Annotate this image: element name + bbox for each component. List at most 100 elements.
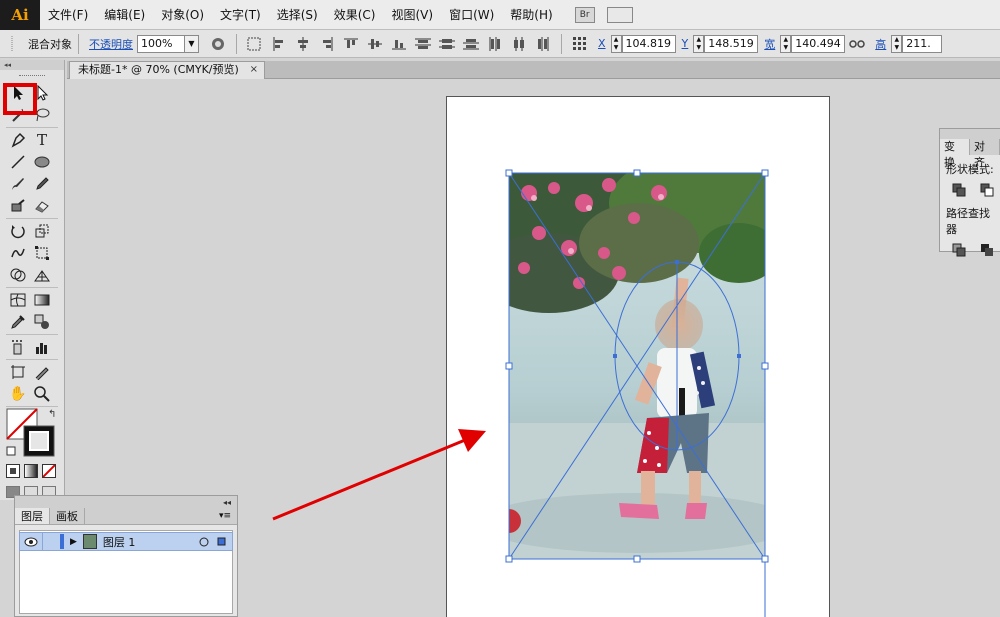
x-input[interactable]: 104.819 <box>621 34 676 53</box>
align-to-icon[interactable] <box>246 35 264 53</box>
menu-type[interactable]: 文字(T) <box>212 0 269 30</box>
trim-icon[interactable] <box>980 243 996 259</box>
tools-grip[interactable] <box>0 70 64 82</box>
tab-transform[interactable]: 变换 <box>940 139 970 169</box>
distribute-hcenter-icon[interactable] <box>510 35 528 53</box>
tools-collapse-button[interactable]: ◂◂ <box>0 60 64 70</box>
divide-icon[interactable] <box>952 243 968 259</box>
blend-tool-icon[interactable] <box>30 311 54 333</box>
workspace-switcher-icon[interactable] <box>606 6 633 23</box>
menu-file[interactable]: 文件(F) <box>40 0 96 30</box>
placed-photo[interactable] <box>509 173 765 559</box>
artboard-tool-icon[interactable] <box>6 361 30 383</box>
height-input[interactable]: 211. <box>902 34 943 53</box>
opacity-input[interactable]: 100% <box>137 34 185 53</box>
align-hcenter-icon[interactable] <box>294 35 312 53</box>
scale-tool-icon[interactable] <box>30 220 54 242</box>
column-graph-tool-icon[interactable] <box>30 336 54 358</box>
layers-collapse-button[interactable]: ◂◂ <box>15 496 237 508</box>
mesh-tool-icon[interactable] <box>6 289 30 311</box>
color-button[interactable] <box>6 464 20 478</box>
width-input[interactable]: 140.494 <box>791 34 846 53</box>
align-left-icon[interactable] <box>270 35 288 53</box>
eraser-tool-icon[interactable] <box>30 195 54 217</box>
menu-object[interactable]: 对象(O) <box>153 0 212 30</box>
perspective-grid-tool-icon[interactable] <box>30 264 54 286</box>
x-label: X <box>598 37 606 50</box>
menu-bar: Ai 文件(F) 编辑(E) 对象(O) 文字(T) 选择(S) 效果(C) 视… <box>0 0 1000 30</box>
constrain-proportions-icon[interactable] <box>848 35 866 53</box>
gradient-button[interactable] <box>24 464 38 478</box>
layer-color-swatch <box>60 534 64 549</box>
line-tool-icon[interactable] <box>6 151 30 173</box>
slice-tool-icon[interactable] <box>30 361 54 383</box>
panel-menu-icon[interactable]: ▾≡ <box>219 508 231 524</box>
lock-toggle[interactable] <box>42 532 60 551</box>
width-stepper[interactable]: ▲ ▼ <box>780 34 792 53</box>
tab-layers[interactable]: 图层 <box>15 508 50 524</box>
rotate-tool-icon[interactable] <box>6 220 30 242</box>
distribute-right-icon[interactable] <box>534 35 552 53</box>
menu-help[interactable]: 帮助(H) <box>502 0 560 30</box>
symbol-sprayer-tool-icon[interactable] <box>6 336 30 358</box>
width-label: 宽 <box>764 37 776 51</box>
menu-view[interactable]: 视图(V) <box>383 0 441 30</box>
reference-point-icon[interactable] <box>571 35 589 53</box>
align-top-icon[interactable] <box>342 35 360 53</box>
close-icon[interactable]: × <box>250 62 258 78</box>
zoom-tool-icon[interactable] <box>30 383 54 405</box>
menu-window[interactable]: 窗口(W) <box>441 0 502 30</box>
layer-name[interactable]: 图层 1 <box>103 534 136 550</box>
align-right-icon[interactable] <box>318 35 336 53</box>
height-stepper[interactable]: ▲ ▼ <box>891 34 903 53</box>
distribute-left-icon[interactable] <box>486 35 504 53</box>
free-transform-tool-icon[interactable] <box>30 242 54 264</box>
paintbrush-tool-icon[interactable] <box>6 173 30 195</box>
unite-icon[interactable] <box>952 183 968 199</box>
minus-front-icon[interactable] <box>980 183 996 199</box>
selection-tool-highlight <box>3 83 37 115</box>
menu-select[interactable]: 选择(S) <box>269 0 326 30</box>
pathfinder-panel-header[interactable] <box>940 129 1000 139</box>
shape-builder-tool-icon[interactable] <box>6 264 30 286</box>
color-mode-buttons <box>6 464 62 482</box>
warp-tool-icon[interactable] <box>6 242 30 264</box>
opacity-dropdown[interactable]: ▼ <box>185 34 199 53</box>
align-bottom-icon[interactable] <box>390 35 408 53</box>
y-label: Y <box>681 37 689 50</box>
tab-align[interactable]: 对齐 <box>970 139 1000 169</box>
y-stepper[interactable]: ▲ ▼ <box>693 34 705 53</box>
none-button[interactable] <box>42 464 56 478</box>
gradient-tool-icon[interactable] <box>30 289 54 311</box>
pen-tool-icon[interactable] <box>6 129 30 151</box>
divider <box>236 33 237 54</box>
x-stepper[interactable]: ▲ ▼ <box>610 34 622 53</box>
align-vcenter-icon[interactable] <box>366 35 384 53</box>
recolor-icon[interactable] <box>209 35 227 53</box>
blob-brush-tool-icon[interactable] <box>6 195 30 217</box>
distribute-vcenter-icon[interactable] <box>438 35 456 53</box>
app-logo: Ai <box>0 0 40 30</box>
distribute-top-icon[interactable] <box>414 35 432 53</box>
tab-artboards[interactable]: 画板 <box>50 508 85 524</box>
pencil-tool-icon[interactable] <box>30 173 54 195</box>
expand-triangle-icon[interactable]: ▶ <box>70 537 77 547</box>
document-tab[interactable]: 未标题-1* @ 70% (CMYK/预览) × <box>69 61 265 79</box>
control-bar: 混合对象 不透明度 100% ▼ X ▲ ▼ 104.819 Y ▲ ▼ 148.5… <box>0 30 1000 58</box>
selection-indicator-icon[interactable] <box>217 537 226 546</box>
ellipse-tool-icon[interactable] <box>30 151 54 173</box>
y-input[interactable]: 148.519 <box>704 34 759 53</box>
bridge-button[interactable]: Br <box>574 6 595 23</box>
opacity-link[interactable]: 不透明度 <box>89 36 133 52</box>
hand-tool-icon[interactable]: ✋ <box>6 383 30 405</box>
fill-stroke-swatches[interactable]: ↰ <box>6 407 58 457</box>
layer-row[interactable]: ▶ 图层 1 <box>19 532 233 551</box>
target-icon[interactable] <box>199 537 209 547</box>
eyedropper-tool-icon[interactable] <box>6 311 30 333</box>
menu-effect[interactable]: 效果(C) <box>326 0 384 30</box>
type-tool-icon[interactable]: T <box>30 129 54 151</box>
divider <box>78 33 79 54</box>
menu-edit[interactable]: 编辑(E) <box>96 0 153 30</box>
eye-icon[interactable] <box>20 537 42 547</box>
distribute-bottom-icon[interactable] <box>462 35 480 53</box>
